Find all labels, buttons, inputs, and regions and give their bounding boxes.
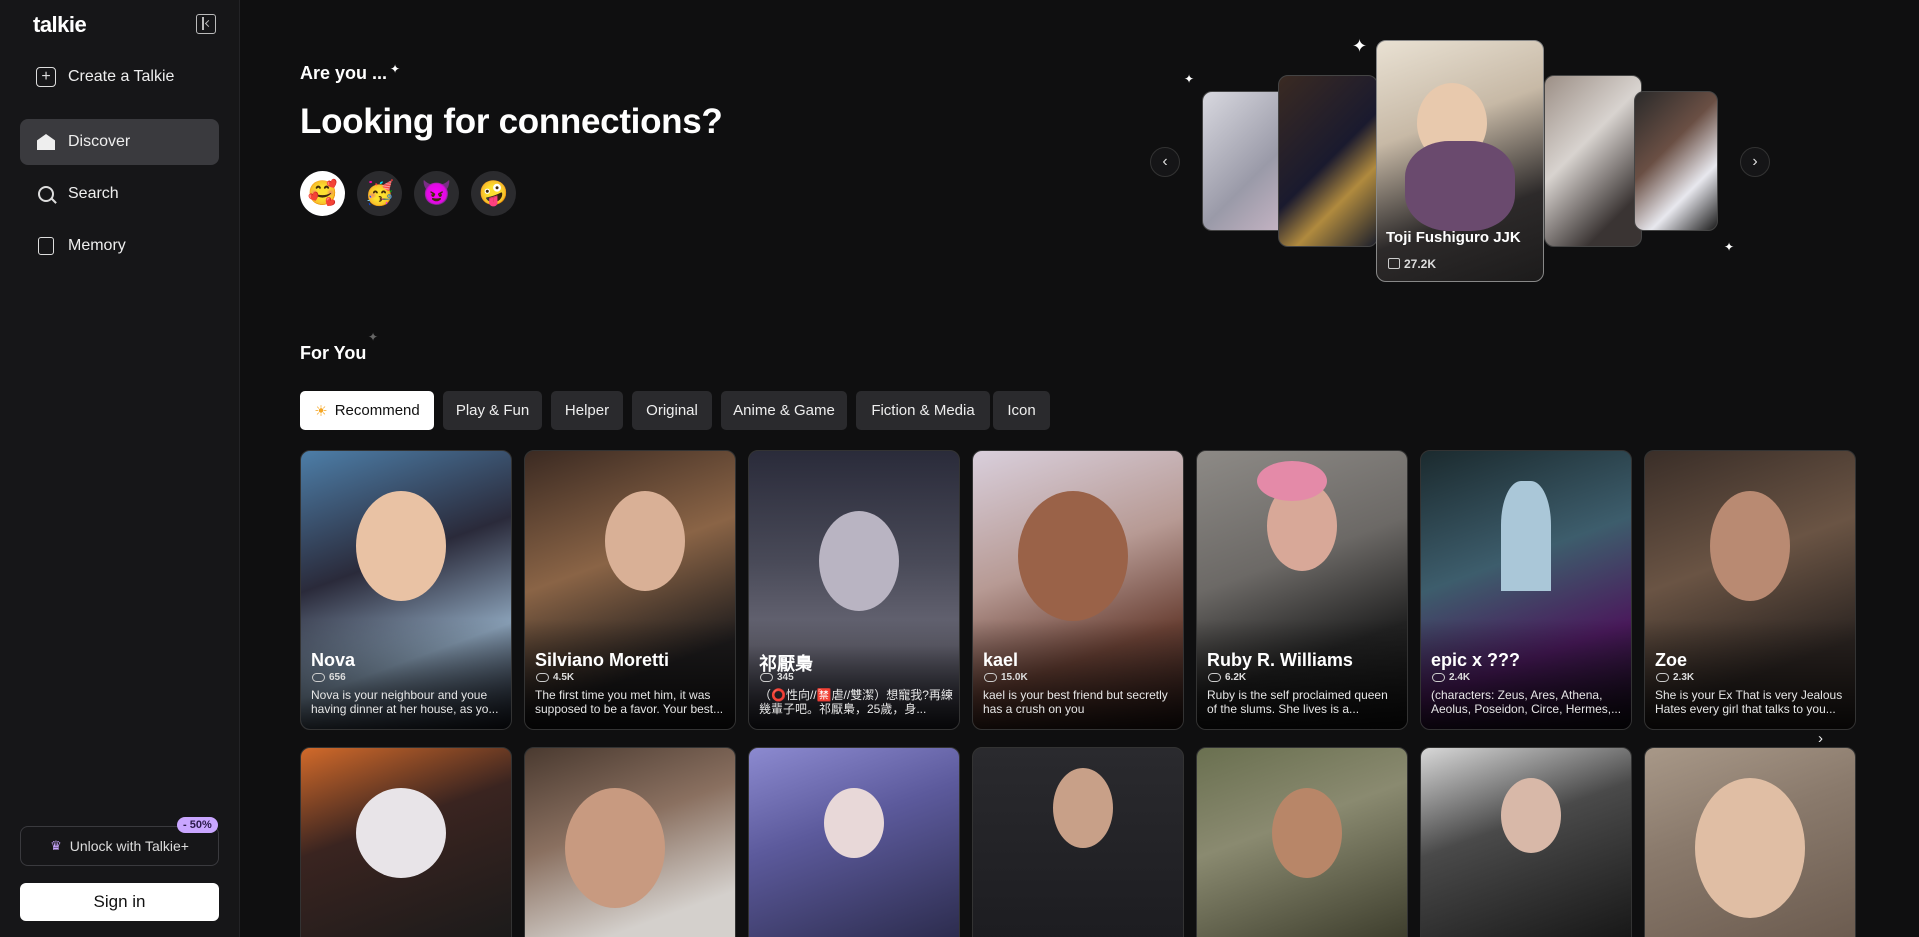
tab-fiction-media[interactable]: Fiction & Media xyxy=(856,391,990,430)
character-card[interactable] xyxy=(748,747,960,937)
character-name: epic x ??? xyxy=(1431,650,1521,670)
mood-button-silly[interactable]: 🤪 xyxy=(471,171,516,216)
character-card[interactable]: Ruby R. Williams 6.2K Ruby is the self p… xyxy=(1196,450,1408,730)
chat-count: 15.0K xyxy=(1001,672,1028,683)
character-description: The first time you met him, it was suppo… xyxy=(535,688,724,716)
tab-recommend-label: Recommend xyxy=(334,402,420,419)
tab-play-fun[interactable]: Play & Fun xyxy=(443,391,542,430)
tab-anime-game[interactable]: Anime & Game xyxy=(721,391,847,430)
search-icon xyxy=(36,184,56,204)
mood-button-love[interactable]: 🥰 xyxy=(300,171,345,216)
character-name: kael xyxy=(983,650,1019,670)
sign-in-button[interactable]: Sign in xyxy=(20,883,219,921)
collapse-sidebar-icon[interactable] xyxy=(196,14,216,34)
memory-label: Memory xyxy=(68,237,126,254)
hero-title: Looking for connections? xyxy=(300,102,723,141)
chat-icon xyxy=(536,673,549,682)
sidebar-item-discover[interactable]: Discover xyxy=(20,119,219,165)
sidebar-item-search[interactable]: Search xyxy=(20,171,219,217)
character-card[interactable]: Zoe 2.3K She is your Ex That is very Jea… xyxy=(1644,450,1856,730)
discount-badge: - 50% xyxy=(177,817,218,833)
sparkle-icon: ✦ xyxy=(368,330,379,344)
featured-chat-count: 27.2K xyxy=(1404,257,1437,271)
character-card[interactable] xyxy=(972,747,1184,937)
chat-icon xyxy=(1656,673,1669,682)
character-description: Ruby is the self proclaimed queen of the… xyxy=(1207,688,1388,716)
chat-icon xyxy=(984,673,997,682)
carousel-card-2[interactable] xyxy=(1278,75,1378,247)
sun-icon: ☀ xyxy=(314,402,328,420)
memory-icon xyxy=(36,236,56,256)
character-card[interactable] xyxy=(524,747,736,937)
chat-count: 2.4K xyxy=(1449,672,1471,683)
carousel-card-4[interactable] xyxy=(1544,75,1642,247)
tab-icon[interactable]: Icon xyxy=(993,391,1050,430)
sparkle-icon: ✦ xyxy=(1352,36,1368,56)
character-card[interactable]: kael 15.0K kael is your best friend but … xyxy=(972,450,1184,730)
chat-icon xyxy=(760,673,773,682)
carousel-prev-button[interactable]: ‹ xyxy=(1150,147,1180,177)
plus-square-icon: + xyxy=(36,67,56,87)
create-talkie-label: Create a Talkie xyxy=(68,68,175,85)
home-icon xyxy=(36,132,56,152)
featured-character-name: Toji Fushiguro JJK xyxy=(1386,229,1521,246)
character-name: Silviano Moretti xyxy=(535,650,670,670)
character-card[interactable]: Nova 656 Nova is your neighbour and youe… xyxy=(300,450,512,730)
character-card[interactable]: epic x ??? 2.4K (characters: Zeus, Ares,… xyxy=(1420,450,1632,730)
character-card[interactable] xyxy=(1420,747,1632,937)
character-card[interactable]: Silviano Moretti 4.5K The first time you… xyxy=(524,450,736,730)
chat-count: 4.5K xyxy=(553,672,575,683)
character-card[interactable] xyxy=(1644,747,1856,937)
chat-icon xyxy=(312,673,325,682)
create-talkie-button[interactable]: + Create a Talkie xyxy=(20,54,219,100)
crown-icon: ♛ xyxy=(50,838,62,853)
search-label: Search xyxy=(68,185,119,202)
character-description: (characters: Zeus, Ares, Athena, Aeolus,… xyxy=(1431,688,1622,716)
tab-original[interactable]: Original xyxy=(632,391,712,430)
character-name: Nova xyxy=(311,650,356,670)
chat-icon xyxy=(1388,258,1400,269)
carousel-card-5[interactable] xyxy=(1634,91,1718,231)
hero-subtitle: Are you ... xyxy=(300,63,388,83)
character-description: kael is your best friend but secretly ha… xyxy=(983,688,1168,716)
mood-button-party[interactable]: 🥳 xyxy=(357,171,402,216)
sparkle-icon: ✦ xyxy=(1724,240,1735,254)
character-description: （⭕性向//🈲虐//雙潔）想寵我?再練幾輩子吧。祁厭梟，25歲，身... xyxy=(759,688,953,716)
character-card[interactable] xyxy=(300,747,512,937)
character-name: Zoe xyxy=(1655,650,1688,670)
character-name: Ruby R. Williams xyxy=(1207,650,1353,670)
talkie-logo[interactable]: talkie xyxy=(33,12,87,38)
chat-count: 345 xyxy=(777,672,794,683)
sidebar-item-memory[interactable]: Memory xyxy=(20,223,219,269)
chat-count: 2.3K xyxy=(1673,672,1695,683)
scroll-right-icon[interactable]: › xyxy=(1818,730,1823,747)
sidebar: talkie + Create a Talkie Discover Search… xyxy=(0,0,240,937)
character-description: Nova is your neighbour and youe having d… xyxy=(311,688,499,716)
chat-icon xyxy=(1432,673,1445,682)
chat-count: 6.2K xyxy=(1225,672,1247,683)
sparkle-icon: ✦ xyxy=(1184,72,1195,86)
chat-icon xyxy=(1208,673,1221,682)
carousel-next-button[interactable]: › xyxy=(1740,147,1770,177)
unlock-label: Unlock with Talkie+ xyxy=(69,838,189,854)
tab-recommend[interactable]: ☀ Recommend xyxy=(300,391,434,430)
chat-count: 656 xyxy=(329,672,346,683)
character-card[interactable] xyxy=(1196,747,1408,937)
tab-helper[interactable]: Helper xyxy=(551,391,623,430)
discover-label: Discover xyxy=(68,133,131,150)
for-you-heading: For You xyxy=(300,343,367,363)
character-description: She is your Ex That is very Jealous Hate… xyxy=(1655,688,1843,716)
sparkle-icon: ✦ xyxy=(390,62,401,76)
mood-button-devil[interactable]: 😈 xyxy=(414,171,459,216)
character-card[interactable]: 祁厭梟 345 （⭕性向//🈲虐//雙潔）想寵我?再練幾輩子吧。祁厭梟，25歲，… xyxy=(748,450,960,730)
